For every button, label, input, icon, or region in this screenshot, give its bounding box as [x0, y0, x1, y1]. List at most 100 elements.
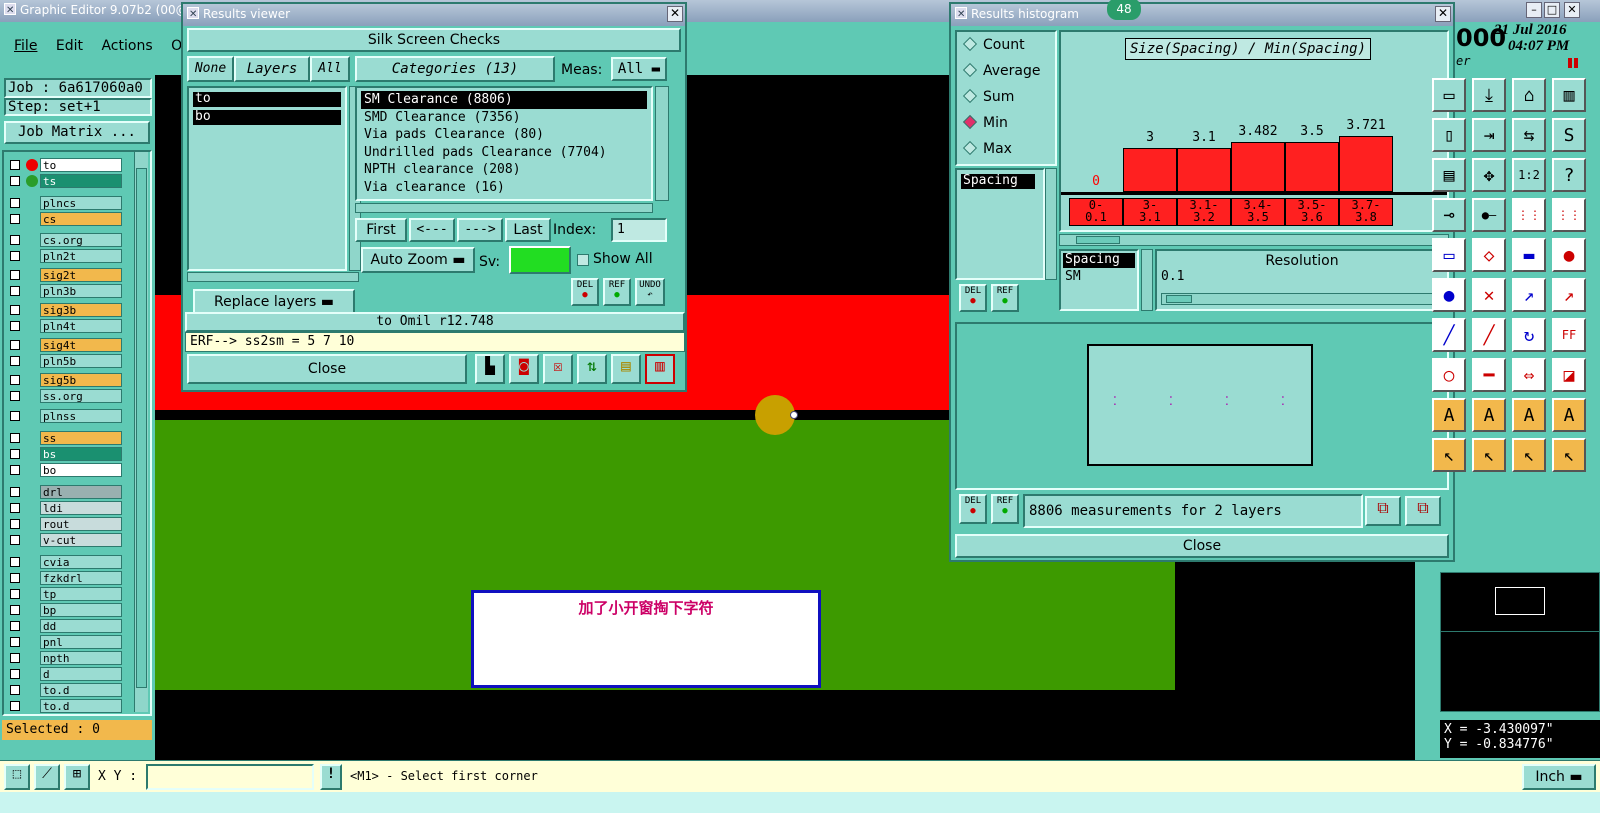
- layer-row-pln3b[interactable]: pln3b: [6, 284, 122, 298]
- link-icon[interactable]: ↗: [1512, 278, 1546, 312]
- h-line-icon[interactable]: ━: [1472, 358, 1506, 392]
- ref-button[interactable]: REF ●: [603, 278, 631, 306]
- circle-icon[interactable]: ○: [1432, 358, 1466, 392]
- layer-list-hscroll[interactable]: [187, 272, 359, 282]
- layer-checkbox[interactable]: [10, 637, 20, 647]
- layer-row-dd[interactable]: dd: [6, 619, 122, 633]
- layer-checkbox[interactable]: [10, 375, 20, 385]
- layer-checkbox[interactable]: [10, 411, 20, 421]
- layer-row-ldi[interactable]: ldi: [6, 501, 122, 515]
- histogram-bar[interactable]: [1339, 136, 1393, 192]
- help-icon[interactable]: ?: [1552, 158, 1586, 192]
- layer-row-cs.org[interactable]: cs.org: [6, 233, 122, 247]
- prev-button[interactable]: <---: [409, 218, 455, 242]
- layer-checkbox[interactable]: [10, 605, 20, 615]
- alert-icon[interactable]: !: [320, 764, 342, 790]
- highlight-icon[interactable]: ◙: [509, 354, 539, 384]
- meas-dropdown[interactable]: All ▬: [611, 57, 667, 81]
- bin-label[interactable]: 0- 0.1: [1069, 198, 1123, 226]
- histogram-bar[interactable]: [1123, 148, 1177, 192]
- resolution-slider[interactable]: [1161, 293, 1443, 305]
- category-item[interactable]: SM Clearance (8806): [361, 91, 647, 109]
- layer-checkbox[interactable]: [10, 198, 20, 208]
- select-tool-icon[interactable]: ⬚: [4, 764, 30, 790]
- layer-checkbox[interactable]: [10, 321, 20, 331]
- layer-checkbox[interactable]: [10, 535, 20, 545]
- tab-all[interactable]: All: [310, 56, 350, 82]
- spacing-box-item[interactable]: SM: [1063, 270, 1135, 285]
- move-in-icon[interactable]: ⇥: [1472, 118, 1506, 152]
- report-icon[interactable]: ▤: [611, 354, 641, 384]
- cut-icon[interactable]: ╱: [1432, 318, 1466, 352]
- grid-tool-icon[interactable]: ⊞: [64, 764, 90, 790]
- layer-checkbox[interactable]: [10, 356, 20, 366]
- layer-row-drl[interactable]: drl: [6, 485, 122, 499]
- sv-color-dropdown[interactable]: [509, 246, 571, 274]
- layer-row-v-cut[interactable]: v-cut: [6, 533, 122, 547]
- rect-icon[interactable]: ▭: [1432, 238, 1466, 272]
- group-icon[interactable]: ◪: [1552, 358, 1586, 392]
- export-icon[interactable]: ⧉: [1365, 496, 1401, 526]
- layer-row-pln5b[interactable]: pln5b: [6, 354, 122, 368]
- close-window-button[interactable]: ✕: [1564, 2, 1580, 18]
- layer-row-cvia[interactable]: cvia: [6, 555, 122, 569]
- maximize-icon[interactable]: ▭: [1432, 78, 1466, 112]
- layer-row-d[interactable]: d: [6, 667, 122, 681]
- layer-checkbox[interactable]: [10, 487, 20, 497]
- erase-icon[interactable]: ◇: [1472, 238, 1506, 272]
- link2-icon[interactable]: ↗: [1552, 278, 1586, 312]
- a3-icon[interactable]: A: [1512, 398, 1546, 432]
- pointer1-icon[interactable]: ↖: [1432, 438, 1466, 472]
- unit-dropdown[interactable]: Inch ▬: [1522, 764, 1596, 790]
- layer-row-sig2t[interactable]: sig2t: [6, 268, 122, 282]
- category-item[interactable]: Via pads Clearance (80): [361, 126, 647, 144]
- shape-icon[interactable]: S: [1552, 118, 1586, 152]
- layer-row-tp[interactable]: tp: [6, 587, 122, 601]
- layer-checkbox[interactable]: [10, 251, 20, 261]
- panel2-icon[interactable]: ▯: [1432, 118, 1466, 152]
- layer-checkbox[interactable]: [10, 557, 20, 567]
- bin-label[interactable]: 3.1- 3.2: [1177, 198, 1231, 226]
- category-item[interactable]: SMD Clearance (7356): [361, 109, 647, 127]
- histogram-bar[interactable]: [1177, 148, 1231, 192]
- node-icon[interactable]: ●: [1432, 278, 1466, 312]
- del-button[interactable]: DEL ●: [571, 278, 599, 306]
- layer-checkbox[interactable]: [10, 621, 20, 631]
- clear-icon[interactable]: ☒: [543, 354, 573, 384]
- first-button[interactable]: First: [355, 218, 407, 242]
- layer-row-plnss[interactable]: plnss: [6, 409, 122, 423]
- layer-row-bp[interactable]: bp: [6, 603, 122, 617]
- layer-row-sig4t[interactable]: sig4t: [6, 338, 122, 352]
- layer-checkbox[interactable]: [10, 701, 20, 711]
- show-all-checkbox[interactable]: [577, 254, 589, 266]
- measure-icon[interactable]: ⇅: [577, 354, 607, 384]
- cross-icon[interactable]: ✕: [1472, 278, 1506, 312]
- measurement-list-vscroll[interactable]: [1045, 168, 1057, 280]
- layer-checkbox[interactable]: [10, 286, 20, 296]
- layer-list-scrollbar[interactable]: [134, 152, 148, 712]
- a2-icon[interactable]: A: [1472, 398, 1506, 432]
- layer-row-ts[interactable]: ts: [6, 174, 122, 188]
- download-icon[interactable]: ⤓: [1472, 78, 1506, 112]
- xy-input[interactable]: [146, 764, 314, 790]
- layer-checkbox[interactable]: [10, 235, 20, 245]
- layer-checkbox[interactable]: [10, 340, 20, 350]
- layer-row-to.d[interactable]: to.d: [6, 683, 122, 697]
- category-item[interactable]: Via clearance (16): [361, 179, 647, 197]
- filter-icon[interactable]: ▙: [475, 354, 505, 384]
- resize-icon[interactable]: ⇔: [1512, 358, 1546, 392]
- ratio-icon[interactable]: 1:2: [1512, 158, 1546, 192]
- layers2-icon[interactable]: ⋮⋮: [1552, 198, 1586, 232]
- a1-icon[interactable]: A: [1432, 398, 1466, 432]
- import-icon[interactable]: ⧉: [1405, 496, 1441, 526]
- results-close-icon[interactable]: ✕: [667, 6, 683, 22]
- center-icon[interactable]: ✥: [1472, 158, 1506, 192]
- measure-tool-icon[interactable]: ⟋: [34, 764, 60, 790]
- bin-label[interactable]: 3.4- 3.5: [1231, 198, 1285, 226]
- mode-radio-max[interactable]: Max: [957, 136, 1055, 162]
- layer-row-bs[interactable]: bs: [6, 447, 122, 461]
- mini-map[interactable]: [1440, 572, 1600, 712]
- ff-icon[interactable]: FF: [1552, 318, 1586, 352]
- probe-icon[interactable]: ●—: [1472, 198, 1506, 232]
- layer-checkbox[interactable]: [10, 305, 20, 315]
